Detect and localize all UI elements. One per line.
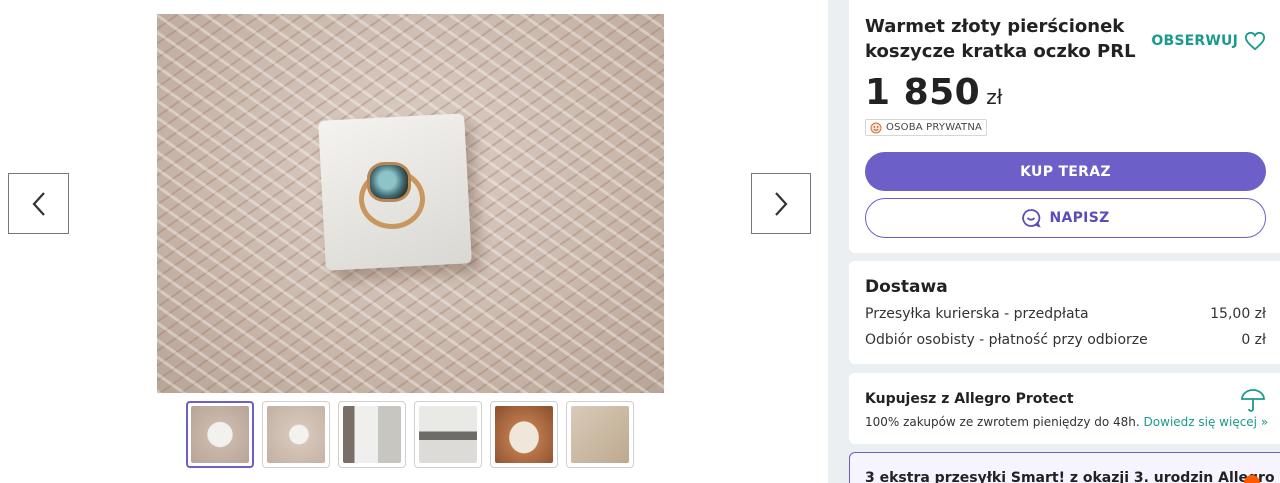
protect-description: 100% zakupów ze zwrotem pieniędzy do 48h… xyxy=(865,415,1140,429)
seller-type-badge: OSOBA PRYWATNA xyxy=(865,119,988,136)
thumbnail-strip xyxy=(186,401,634,468)
product-buy-card: Warmet złoty pierścionek koszycze kratka… xyxy=(849,0,1280,253)
watch-button[interactable]: OBSERWUJ xyxy=(1151,31,1266,51)
delivery-option: Przesyłka kurierska - przedpłata 15,00 z… xyxy=(865,306,1266,322)
chat-bubble-icon xyxy=(1022,209,1042,228)
price: 1 850 zł xyxy=(865,72,1002,113)
product-title: Warmet złoty pierścionek koszycze kratka… xyxy=(865,16,1136,62)
thumbnail-1[interactable] xyxy=(186,401,254,468)
product-gallery xyxy=(0,0,828,483)
thumbnail-6[interactable] xyxy=(566,401,634,468)
message-seller-button[interactable]: NAPISZ xyxy=(865,198,1266,238)
smiley-icon xyxy=(870,122,882,133)
delivery-option-price: 15,00 zł xyxy=(1210,306,1266,322)
buy-now-label: KUP TERAZ xyxy=(1020,163,1111,180)
message-seller-label: NAPISZ xyxy=(1049,210,1110,226)
protect-text: 100% zakupów ze zwrotem pieniędzy do 48h… xyxy=(865,415,1268,429)
umbrella-icon xyxy=(1241,389,1265,412)
thumbnail-5[interactable] xyxy=(490,401,558,468)
promo-text: 3 ekstra przesyłki Smart! z okazji 3. ur… xyxy=(865,470,1275,483)
thumbnail-4[interactable] xyxy=(414,401,482,468)
price-value: 1 850 xyxy=(865,72,981,113)
heart-icon xyxy=(1244,31,1266,51)
gallery-next-button[interactable] xyxy=(751,173,811,234)
delivery-option-name: Odbiór osobisty - płatność przy odbiorze xyxy=(865,332,1148,348)
delivery-option-name: Przesyłka kurierska - przedpłata xyxy=(865,306,1089,322)
photo-ring-gem xyxy=(367,162,411,202)
thumbnail-2[interactable] xyxy=(262,401,330,468)
chevron-left-icon xyxy=(32,191,45,216)
gallery-prev-button[interactable] xyxy=(8,173,69,234)
protect-learn-more-link[interactable]: Dowiedz się więcej » xyxy=(1144,415,1269,429)
delivery-title: Dostawa xyxy=(865,277,948,297)
chevron-right-icon xyxy=(775,191,788,216)
delivery-card: Dostawa Przesyłka kurierska - przedpłata… xyxy=(849,261,1280,364)
seller-type-label: OSOBA PRYWATNA xyxy=(886,122,983,133)
delivery-option-price: 0 zł xyxy=(1241,332,1266,348)
protect-title: Kupujesz z Allegro Protect xyxy=(865,391,1074,407)
smart-promo-card[interactable]: 3 ekstra przesyłki Smart! z okazji 3. ur… xyxy=(849,452,1280,483)
watch-label: OBSERWUJ xyxy=(1151,33,1238,49)
delivery-option: Odbiór osobisty - płatność przy odbiorze… xyxy=(865,332,1266,348)
main-product-photo[interactable] xyxy=(157,14,664,393)
price-currency: zł xyxy=(986,85,1003,109)
buy-now-button[interactable]: KUP TERAZ xyxy=(865,152,1266,191)
allegro-protect-card: Kupujesz z Allegro Protect 100% zakupów … xyxy=(849,373,1280,444)
thumbnail-3[interactable] xyxy=(338,401,406,468)
